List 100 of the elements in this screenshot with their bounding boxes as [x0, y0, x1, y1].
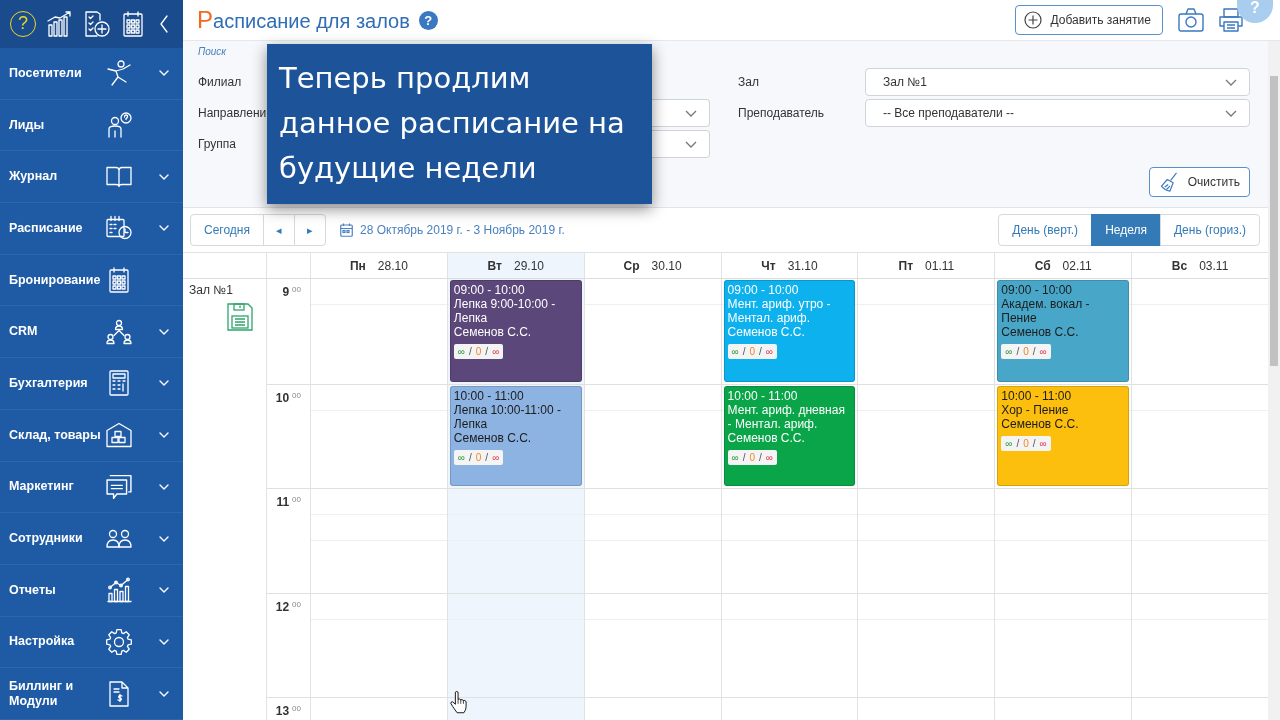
broom-icon	[1159, 172, 1178, 192]
lesson-card[interactable]: 10:00 - 11:00 Мент. ариф. дневная - Ментал. ариф. Семенов С.С. ∞ / 0 / ∞	[723, 385, 856, 486]
lesson-card[interactable]: 10:00 - 11:00 Лепка 10:00-11:00 - Лепка Семенов С.С. ∞ / 0 / ∞	[449, 385, 582, 486]
date-label: 30.10	[651, 258, 682, 273]
lesson-title: Хор - Пение	[1001, 402, 1070, 417]
weekday-label: Вс	[1171, 258, 1188, 273]
sidebar-item[interactable]: Биллинг и Модули	[0, 668, 183, 720]
date-label: 01.11	[925, 258, 955, 273]
chat-icon	[106, 473, 132, 500]
sidebar-item[interactable]: Маркетинг	[0, 461, 183, 514]
calendar-icon	[106, 267, 132, 294]
field-label: Филиал	[198, 74, 243, 91]
capacity-badge: ∞ / 0 / ∞	[453, 449, 504, 465]
chevron-down-icon	[1225, 109, 1237, 117]
hour-label: 9$^{00}$	[282, 285, 301, 299]
page-title: Расписание для залов	[197, 7, 410, 33]
sidebar-item[interactable]: Настройка	[0, 616, 183, 669]
sidebar-item[interactable]: Расписание	[0, 203, 183, 255]
chevron-down-icon	[685, 109, 697, 117]
lesson-card[interactable]: 10:00 - 11:00 Хор - Пение Семенов С.С. ∞ / 0 / ∞	[997, 385, 1130, 486]
lesson-card[interactable]: 09:00 - 10:00 Академ. вокал - Пение Семенов С.С. ∞ / 0 / ∞	[997, 280, 1130, 382]
chevron-left-icon[interactable]	[160, 15, 168, 33]
date-label: 29.10	[513, 258, 544, 273]
warehouse-icon	[106, 422, 132, 449]
lesson-title: Мент. ариф. утро - Ментал. ариф.	[727, 297, 832, 325]
weekday-label: Пн	[349, 258, 366, 273]
sidebar-item[interactable]: Бронирование	[0, 254, 183, 307]
field-label: Группа	[198, 136, 238, 153]
teacher-name: Семенов С.С.	[727, 325, 806, 339]
field-label: Зал	[738, 74, 760, 91]
lesson-title: Мент. ариф. дневная - Ментал. ариф.	[727, 402, 846, 431]
today-button[interactable]: Сегодня	[190, 214, 264, 246]
sidebar-item[interactable]: Сотрудники	[0, 513, 183, 565]
add-lesson-button[interactable]: Добавить занятие	[1015, 5, 1163, 35]
capacity-badge: ∞ / 0 / ∞	[727, 344, 777, 359]
previous-button[interactable]: ◂	[263, 214, 295, 246]
weekday-label: Вт	[487, 258, 502, 273]
select-field[interactable]: -- Все преподаватели --	[865, 99, 1250, 127]
lesson-time: 10:00 - 11:00	[453, 388, 525, 403]
running-person-icon	[106, 60, 132, 87]
printer-icon[interactable]	[1218, 8, 1244, 32]
view-tab[interactable]: Неделя	[1091, 214, 1161, 246]
lesson-time: 09:00 - 10:00	[727, 283, 800, 297]
date-label: 28.10	[377, 258, 408, 273]
teacher-name: Семенов С.С.	[453, 430, 533, 445]
hand-cursor-icon	[450, 690, 467, 714]
lesson-time: 10:00 - 11:00	[727, 388, 799, 403]
next-button[interactable]: ▸	[294, 214, 326, 246]
hour-label: 13$^{00}$	[275, 704, 301, 718]
person-question-icon	[106, 112, 132, 139]
weekday-label: Ср	[623, 258, 640, 273]
sidebar-item[interactable]: Отчеты	[0, 564, 183, 617]
capacity-badge: ∞ / 0 / ∞	[1001, 344, 1051, 359]
growth-chart-icon[interactable]	[47, 11, 73, 37]
view-tab[interactable]: День (верт.)	[998, 214, 1093, 246]
capacity-badge: ∞ / 0 / ∞	[727, 449, 777, 465]
capacity-badge: ∞ / 0 / ∞	[1001, 435, 1051, 451]
sidebar-item[interactable]: Бухгалтерия	[0, 358, 183, 410]
lesson-title: Академ. вокал - Пение	[1001, 297, 1091, 325]
hour-label: 12$^{00}$	[275, 599, 301, 614]
field-label: Направлени	[198, 105, 268, 122]
view-tab[interactable]: День (гориз.)	[1160, 214, 1260, 246]
chevron-down-icon	[1225, 78, 1237, 86]
teacher-name: Семенов С.С.	[453, 325, 533, 339]
select-field[interactable]	[652, 130, 710, 158]
lesson-card[interactable]: 09:00 - 10:00 Лепка 9:00-10:00 - Лепка Семенов С.С. ∞ / 0 / ∞	[449, 280, 582, 382]
camera-icon[interactable]	[1178, 8, 1204, 32]
dollar-document-icon	[106, 680, 132, 707]
calculator-icon	[106, 370, 132, 397]
scrollbar[interactable]	[1268, 41, 1280, 720]
plus-circle-icon	[1024, 11, 1043, 29]
lesson-time: 09:00 - 10:00	[453, 283, 526, 297]
lesson-card[interactable]: 09:00 - 10:00 Мент. ариф. утро - Ментал. ариф. Семенов С.С. ∞ / 0 / ∞	[723, 280, 856, 382]
calendar-icon[interactable]	[121, 11, 145, 37]
date-range-link[interactable]: 28 Октябрь 2019 г. - 3 Ноябрь 2019 г.	[360, 223, 565, 237]
weekday-label: Чт	[761, 258, 776, 273]
calendar-icon[interactable]	[340, 223, 353, 237]
lesson-time: 09:00 - 10:00	[1001, 283, 1074, 297]
help-button[interactable]: ?	[418, 10, 438, 30]
section-caption: Поиск	[198, 46, 228, 58]
sidebar-item[interactable]: Склад, товары	[0, 409, 183, 462]
clear-button[interactable]: Очистить	[1148, 167, 1250, 197]
select-field[interactable]	[652, 99, 710, 127]
weekday-label: Пт	[898, 258, 914, 273]
chevron-down-icon	[685, 140, 697, 148]
tutorial-callout: Теперь продлим данное расписание на будущие недели	[267, 44, 652, 204]
date-label: 03.11	[1199, 258, 1229, 273]
org-chart-icon	[106, 318, 132, 345]
hour-label: 11$^{00}$	[276, 495, 301, 509]
teacher-name: Семенов С.С.	[1001, 325, 1080, 339]
date-label: 02.11	[1062, 258, 1092, 273]
field-label: Преподаватель	[738, 105, 826, 122]
bar-chart-icon	[106, 577, 132, 604]
checklist-add-icon[interactable]	[84, 11, 110, 37]
capacity-badge: ∞ / 0 / ∞	[453, 344, 504, 359]
select-field[interactable]: Зал №1	[865, 68, 1250, 96]
scrollbar-thumb[interactable]	[1270, 76, 1278, 366]
hall-name: Зал №1	[189, 283, 233, 297]
gear-icon	[106, 628, 132, 655]
sidebar-item[interactable]: CRM	[0, 306, 183, 359]
